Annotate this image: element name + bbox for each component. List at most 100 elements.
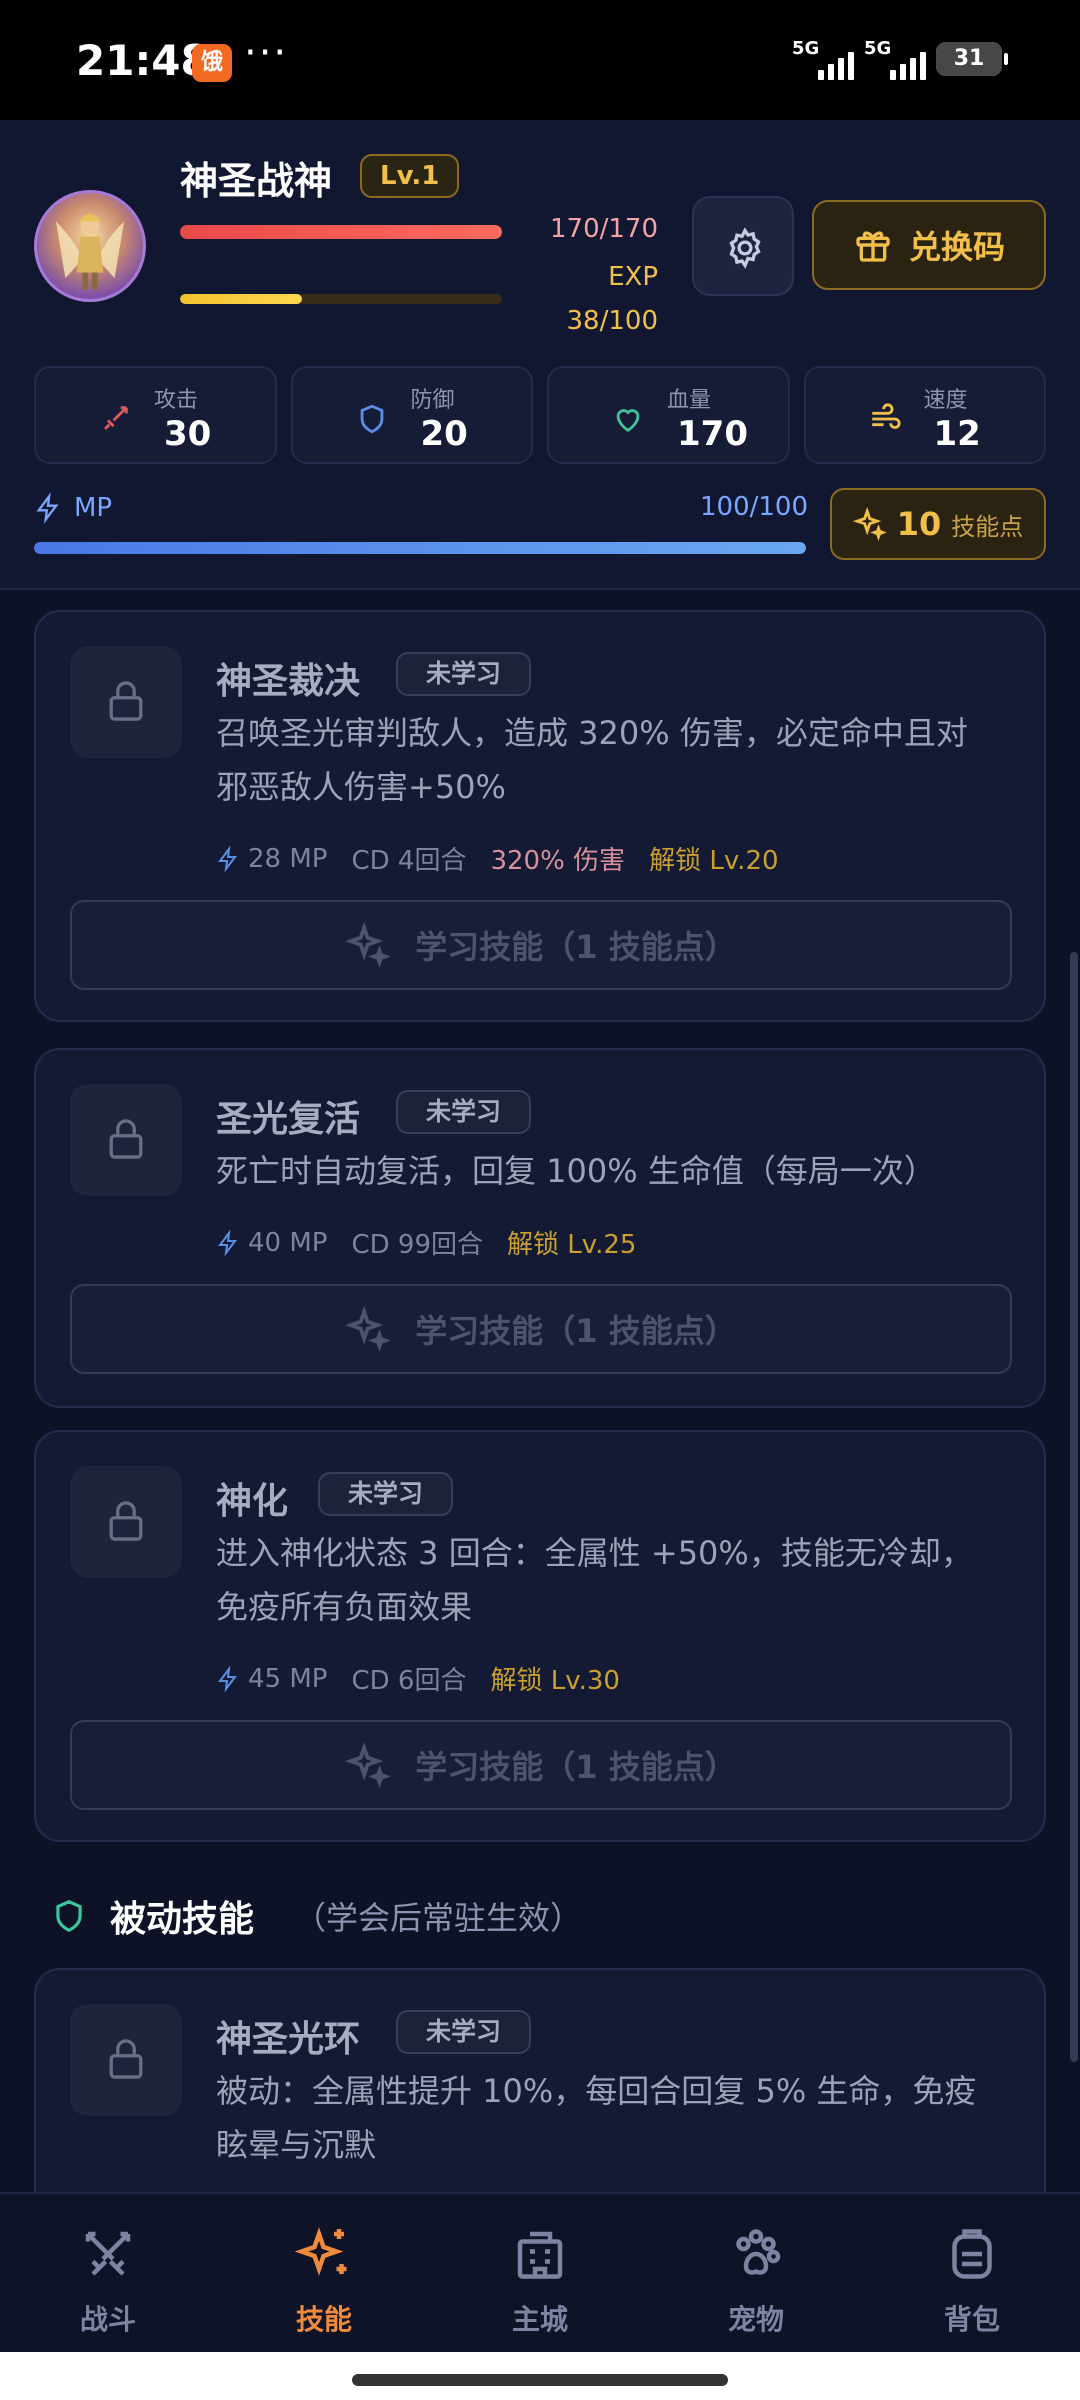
learn-skill-label: 学习技能（1 技能点） [415,1312,737,1350]
skill-cooldown: CD 99回合 [351,1230,483,1260]
stat-hp: 血量 170 [547,366,790,464]
skill-unlock-level: 解锁 Lv.20 [649,846,779,876]
skill-description: 进入神化状态 3 回合：全属性 +50%，技能无冷却， 免疫所有负面效果 [216,1526,1016,1634]
shield-icon [56,1900,82,1933]
stat-defense-value: 20 [420,414,468,454]
skill-mp-cost: 40 MP [216,1228,327,1258]
skill-description-line1: 被动：全属性提升 10%，每回合回复 5% 生命，免疫 [216,2072,977,2110]
skill-name: 圣光复活 [216,1099,361,1140]
exp-text: 38/100 [566,306,658,336]
learn-skill-button[interactable]: 学习技能（1 技能点） [70,900,1012,990]
stat-defense: 防御 20 [290,366,533,464]
gift-icon [856,231,890,262]
skill-name: 神圣光环 [216,2019,361,2060]
scrollbar[interactable] [1070,952,1078,2062]
lock-icon [109,681,143,721]
nav-battle-label: 战斗 [79,2303,136,2336]
sword-icon [104,406,128,430]
lock-icon [109,2039,143,2079]
nav-bag-label: 背包 [943,2303,1000,2336]
skill-mp-cost: 28 MP [216,844,327,874]
stat-attack-label: 攻击 [154,388,199,413]
exp-label: EXP [608,262,658,292]
app-notification-icon: 饿 [192,44,232,82]
skill-name: 神圣裁决 [216,661,361,702]
skill-description: 召唤圣光审判敌人，造成 320% 伤害，必定命中且对 邪恶敌人伤害+50% [216,706,1016,814]
skill-points-count: 10 [896,505,942,543]
hp-text: 170/170 [549,214,658,244]
shield-icon [360,404,383,434]
nav-battle[interactable]: 战斗 [0,2194,216,2352]
skill-icon-locked [70,646,182,758]
skill-cooldown: CD 4回合 [351,846,467,876]
stat-speed-label: 速度 [923,388,968,413]
stat-hp-value: 170 [677,414,748,454]
exp-bar [180,294,502,304]
nav-skills[interactable]: 技能 [216,2194,432,2352]
skill-mp-text: 45 MP [248,1663,328,1694]
nav-pets-label: 宠物 [727,2303,784,2336]
skill-cooldown: CD 6回合 [351,1666,467,1696]
lock-icon [109,1501,143,1541]
passive-skills-subtitle: （学会后常驻生效） [294,1899,583,1937]
skill-status-badge: 未学习 [396,2010,532,2054]
backpack-icon [952,2229,992,2279]
nav-bag[interactable]: 背包 [864,2194,1080,2352]
mp-label: MP [74,493,113,523]
stat-defense-label: 防御 [410,388,455,413]
sparkles-icon [852,507,887,541]
skill-damage: 320% 伤害 [490,846,626,876]
skill-meta: 45 MP CD 6回合 解锁 Lv.30 [216,1660,620,1697]
redeem-code-label: 兑换码 [908,228,1005,266]
skill-status-badge: 未学习 [318,1472,454,1516]
lightning-icon [218,1664,237,1693]
crossed-swords-icon [85,2231,131,2276]
system-gesture-area [0,2352,1080,2400]
stat-speed-value: 12 [933,414,981,454]
passive-skill-card: 神圣光环 未学习 被动：全属性提升 10%，每回合回复 5% 生命，免疫 眩晕与… [34,1968,1046,2192]
skill-status-badge: 未学习 [396,1090,532,1134]
skill-description-line1: 死亡时自动复活，回复 100% 生命值（每局一次） [216,1152,936,1190]
lightning-icon [218,1228,237,1257]
lightning-icon [218,844,237,873]
bottom-nav: 战斗 技能 主城 宠物 背包 [0,2192,1080,2352]
heart-icon [616,409,640,433]
learn-skill-button[interactable]: 学习技能（1 技能点） [70,1720,1012,1810]
wind-icon [871,403,901,429]
nav-pets[interactable]: 宠物 [648,2194,864,2352]
skill-description-line2: 邪恶敌人伤害+50% [216,768,506,806]
battery-level: 31 [953,46,985,71]
signal-1-icon: 5G [792,38,854,80]
skill-description-line2: 免疫所有负面效果 [216,1588,473,1626]
exp-bar-fill [180,294,303,304]
settings-button[interactable] [692,196,794,296]
sim1-label: 5G [792,38,820,59]
skill-mp-text: 40 MP [248,1227,328,1258]
sparkles-icon [345,922,392,968]
mp-bar-fill [34,542,806,554]
hp-bar [180,225,502,239]
player-avatar[interactable] [34,190,146,302]
skill-icon-locked [70,2004,182,2116]
more-notifications-icon: ··· [244,30,289,76]
status-indicators: 5G 5G 31 [792,38,1008,80]
nav-city[interactable]: 主城 [432,2194,648,2352]
sim2-label: 5G [864,38,892,59]
home-indicator[interactable] [352,2374,728,2386]
sparkles-icon [294,2227,347,2276]
learn-skill-button[interactable]: 学习技能（1 技能点） [70,1284,1012,1374]
skill-meta: 40 MP CD 99回合 解锁 Lv.25 [216,1224,636,1261]
skill-meta: 28 MP CD 4回合 320% 伤害 解锁 Lv.20 [216,840,779,877]
passive-skills-title: 被动技能 [110,1899,255,1940]
skill-mp-text: 28 MP [248,843,328,874]
paw-icon [736,2229,781,2275]
nav-city-label: 主城 [511,2303,568,2336]
skill-description-line2: 眩晕与沉默 [216,2126,377,2164]
skill-mp-cost: 45 MP [216,1664,327,1694]
mp-bar [34,542,806,554]
skills-list[interactable]: 神圣裁决 未学习 召唤圣光审判敌人，造成 320% 伤害，必定命中且对 邪恶敌人… [0,592,1080,2192]
skill-points-label: 技能点 [951,512,1024,541]
skill-points-badge: 10 技能点 [830,488,1046,560]
skill-description: 被动：全属性提升 10%，每回合回复 5% 生命，免疫 眩晕与沉默 [216,2064,1016,2172]
redeem-code-button[interactable]: 兑换码 [812,200,1046,290]
